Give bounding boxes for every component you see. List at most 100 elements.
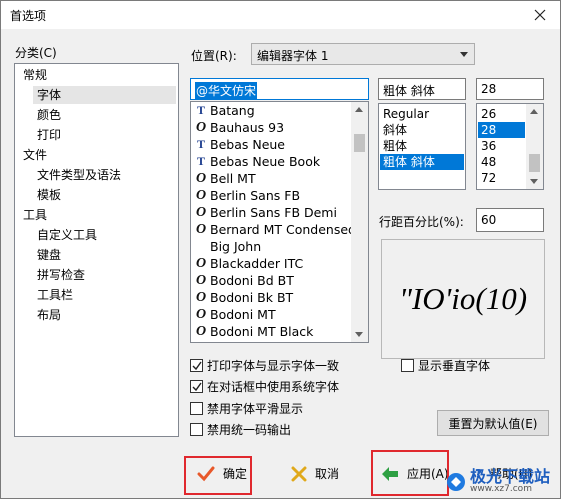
no-unicode-label: 禁用统一码输出 [207, 423, 292, 437]
watermark: 极光下载站 www.xz7.com [446, 469, 550, 494]
opentype-icon: O [195, 222, 207, 237]
ok-highlight [184, 456, 252, 495]
font-name: Bernard MT Condensed [210, 222, 356, 237]
tree-item[interactable]: 常规 [19, 66, 176, 84]
font-preview: "IO'io(10) [381, 239, 545, 359]
font-size-input-value: 28 [481, 82, 497, 96]
tree-item[interactable]: 字体 [33, 86, 176, 104]
tree-item[interactable]: 工具 [19, 206, 176, 224]
font-list[interactable]: OBodoni MT CondensedOBodoni MT BlackOBod… [190, 101, 369, 343]
font-size-item[interactable]: 26 [478, 106, 525, 122]
chevron-down-icon [460, 52, 468, 57]
font-name: Batang [210, 103, 255, 118]
opentype-icon: O [195, 205, 207, 220]
font-size-item[interactable]: 36 [478, 138, 525, 154]
checkbox[interactable] [190, 359, 203, 372]
font-name-input[interactable]: @华文仿宋 [190, 78, 369, 100]
font-style-input[interactable]: 粗体 斜体 [378, 78, 466, 100]
font-name: Bodoni Bd BT [210, 273, 294, 288]
font-style-list[interactable]: Regular 斜体 粗体 粗体 斜体 [378, 103, 466, 190]
tree-item[interactable]: 模板 [33, 186, 176, 204]
line-spacing-input[interactable]: 60 [476, 208, 544, 232]
close-icon [534, 9, 546, 21]
font-size-item[interactable]: 48 [478, 154, 525, 170]
no-smooth-option[interactable]: 禁用字体平滑显示 [190, 400, 303, 417]
font-list-item[interactable]: O Bodoni Bk BT [191, 289, 351, 306]
font-list-item[interactable]: O Bodoni MT [191, 306, 351, 323]
tree-item[interactable]: 布局 [33, 306, 176, 324]
font-name: Bauhaus 93 [210, 120, 285, 135]
tree-item[interactable]: 打印 [33, 126, 176, 144]
font-list-item[interactable]: O Berlin Sans FB Demi [191, 204, 351, 221]
tree-item[interactable]: 自定义工具 [33, 226, 176, 244]
print-same-option[interactable]: 打印字体与显示字体一致 [190, 357, 339, 374]
tree-item[interactable]: 拼写检查 [33, 266, 176, 284]
watermark-logo-icon [446, 472, 465, 491]
font-name: Bodoni MT Condensed [210, 340, 350, 342]
font-list-item[interactable]: Big John [191, 238, 351, 255]
opentype-icon: O [195, 188, 207, 203]
window-title: 首选项 [10, 9, 47, 23]
font-name: Berlin Sans FB [210, 188, 301, 203]
font-list-item[interactable]: T Batang [191, 102, 351, 119]
font-name: Bebas Neue Book [210, 154, 321, 169]
opentype-icon: O [195, 256, 207, 271]
font-style-item[interactable]: 粗体 斜体 [380, 154, 464, 170]
tree-item[interactable]: 颜色 [33, 106, 176, 124]
category-tree[interactable]: 常规字体颜色打印文件文件类型及语法 模板工具自定义工具键盘拼写检查工具栏布局 [14, 63, 179, 437]
size-list-scrollbar[interactable] [526, 104, 543, 189]
checkbox[interactable] [401, 359, 414, 372]
font-list-item[interactable]: O Bell MT [191, 170, 351, 187]
font-list-item[interactable]: O Bodoni MT Black [191, 323, 351, 340]
font-name: Big John [210, 239, 262, 254]
font-list-item[interactable]: O Berlin Sans FB [191, 187, 351, 204]
close-button[interactable] [520, 1, 560, 29]
opentype-icon: O [195, 120, 207, 135]
scroll-thumb[interactable] [354, 134, 365, 152]
cancel-button[interactable]: 取消 [291, 465, 339, 482]
apply-highlight [371, 450, 449, 496]
reset-default-button[interactable]: 重置为默认值(E) [437, 410, 549, 436]
font-list-scrollbar[interactable] [351, 102, 368, 342]
checkbox[interactable] [190, 402, 203, 415]
category-label: 分类(C) [15, 46, 57, 60]
tree-item[interactable]: 工具栏 [33, 286, 176, 304]
truetype-icon: T [196, 103, 205, 117]
font-list-item[interactable]: OBodoni MT Condensed [191, 340, 351, 342]
location-select[interactable]: 编辑器字体 1 [251, 43, 475, 65]
font-size-item[interactable]: 72 [478, 170, 525, 186]
system-font-option[interactable]: 在对话框中使用系统字体 [190, 378, 339, 395]
font-list-item[interactable]: O Bernard MT Condensed [191, 221, 356, 238]
tree-item[interactable]: 文件 [19, 146, 176, 164]
opentype-icon: O [195, 307, 207, 322]
font-size-input[interactable]: 28 [476, 78, 544, 100]
scroll-down-icon[interactable] [530, 179, 538, 184]
font-size-list[interactable]: 72 48 36 28 26 [476, 103, 544, 190]
font-style-item[interactable]: 粗体 [380, 138, 464, 154]
font-list-item[interactable]: O Blackadder ITC [191, 255, 351, 272]
font-list-item[interactable]: O Bodoni Bd BT [191, 272, 351, 289]
opentype-icon: O [195, 290, 207, 305]
no-unicode-option[interactable]: 禁用统一码输出 [190, 421, 291, 438]
scroll-up-icon[interactable] [355, 107, 363, 112]
scroll-down-icon[interactable] [355, 332, 363, 337]
font-name: Bodoni MT Black [210, 324, 314, 339]
show-vertical-option[interactable]: 显示垂直字体 [401, 357, 490, 374]
tree-item[interactable]: 文件类型及语法 [33, 166, 176, 184]
font-style-input-value: 粗体 斜体 [383, 84, 435, 98]
location-label: 位置(R): [191, 49, 237, 63]
font-style-item[interactable]: Regular [380, 106, 464, 122]
truetype-icon: T [196, 154, 205, 168]
scroll-up-icon[interactable] [530, 109, 538, 114]
font-style-item[interactable]: 斜体 [380, 122, 464, 138]
font-list-item[interactable]: O Bauhaus 93 [191, 119, 351, 136]
scroll-thumb[interactable] [529, 154, 540, 172]
watermark-brand: 极光下载站 [469, 467, 550, 486]
tree-item[interactable]: 键盘 [33, 246, 176, 264]
checkmark-icon [192, 382, 202, 391]
checkbox[interactable] [190, 423, 203, 436]
font-list-item[interactable]: T Bebas Neue [191, 136, 351, 153]
checkbox[interactable] [190, 380, 203, 393]
font-size-item[interactable]: 28 [478, 122, 525, 138]
font-list-item[interactable]: T Bebas Neue Book [191, 153, 351, 170]
